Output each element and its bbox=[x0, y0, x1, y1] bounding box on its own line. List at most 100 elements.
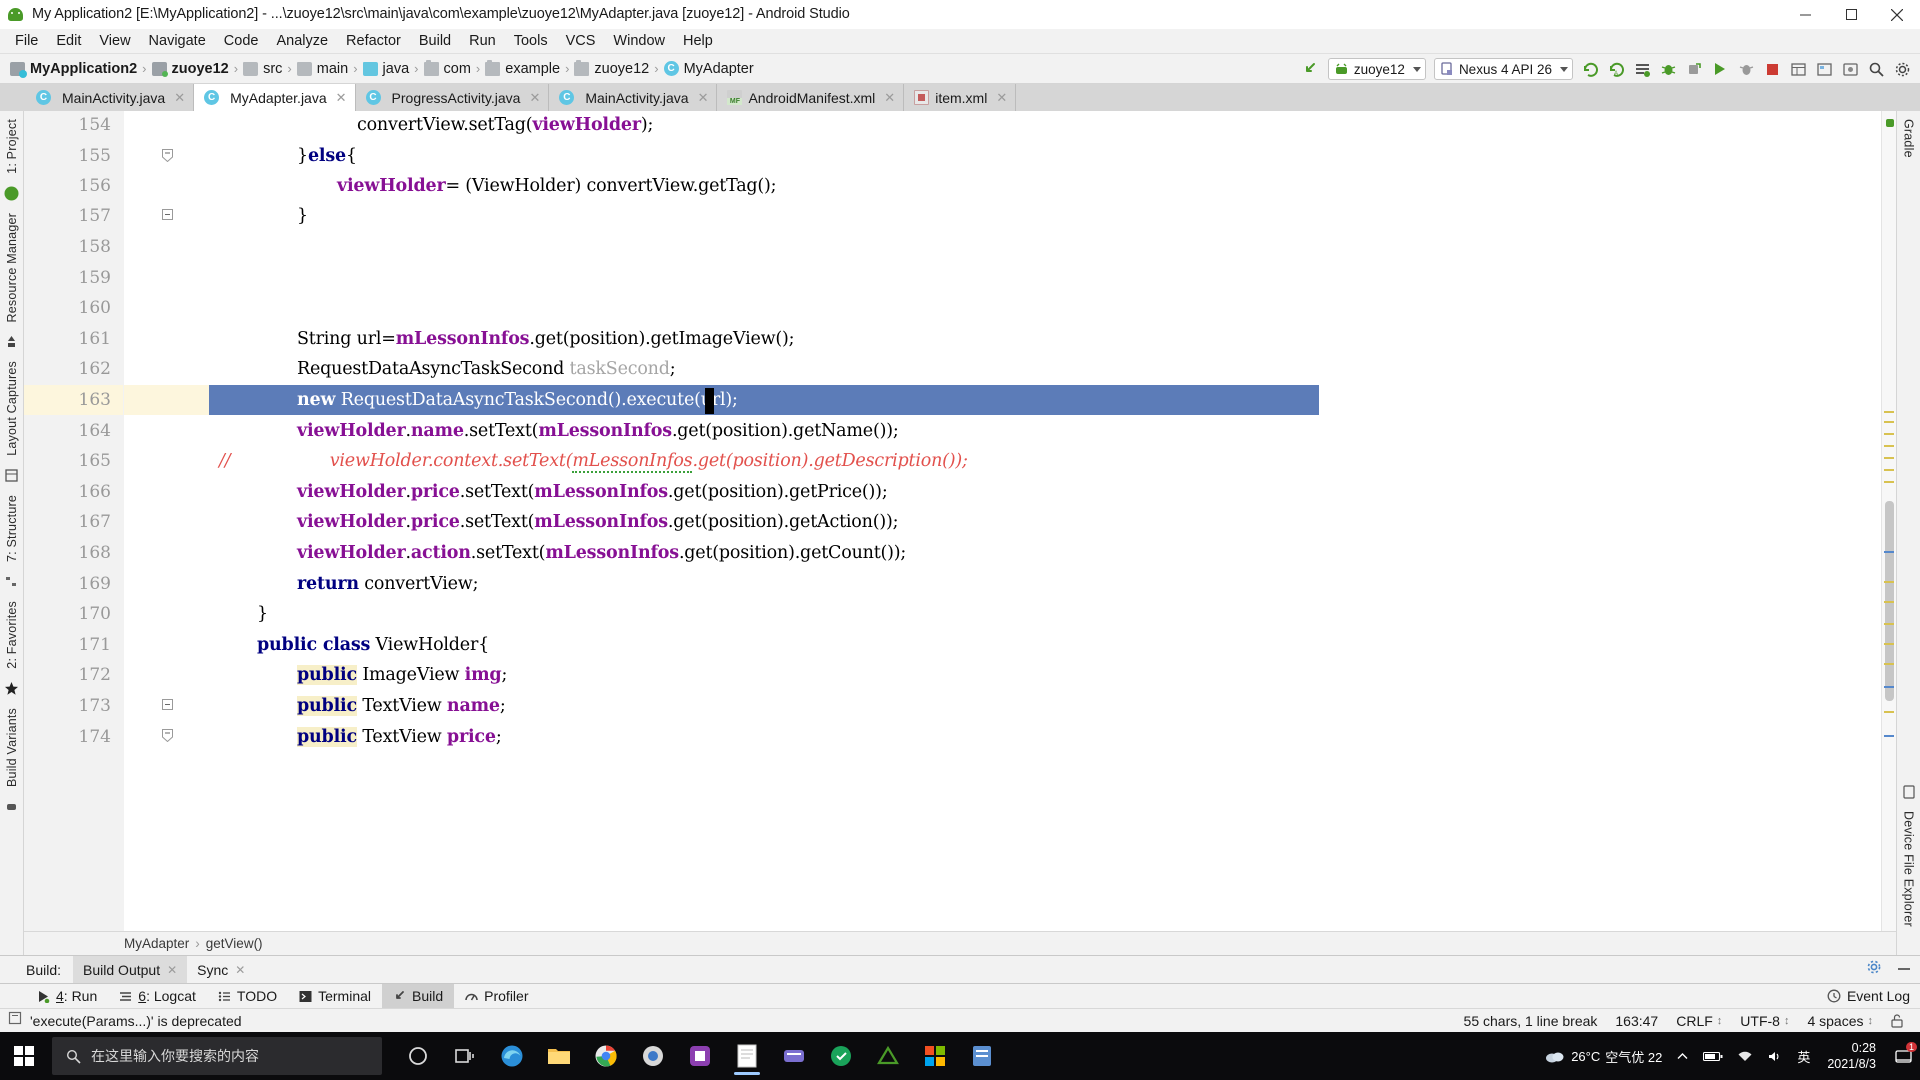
code-editor[interactable]: 154 155 156 157 158 159 160 161 162 163 … bbox=[24, 111, 1896, 931]
editor-tab-item-xml[interactable]: item.xml ✕ bbox=[904, 84, 1017, 111]
menu-build[interactable]: Build bbox=[410, 31, 460, 51]
breadcrumb-src[interactable]: src bbox=[243, 61, 282, 77]
close-icon[interactable]: ✕ bbox=[698, 90, 709, 106]
build-output-tab[interactable]: Build Output ✕ bbox=[73, 955, 188, 984]
search-icon[interactable] bbox=[1864, 57, 1888, 81]
close-icon[interactable]: ✕ bbox=[336, 90, 347, 106]
sdk-manager-icon[interactable]: A bbox=[1604, 57, 1628, 81]
caret-position[interactable]: 163:47 bbox=[1606, 1013, 1667, 1029]
file-explorer-icon[interactable] bbox=[537, 1034, 581, 1078]
warning-marker[interactable] bbox=[1884, 481, 1894, 483]
sidebar-item-device-file-explorer[interactable]: Device File Explorer bbox=[1902, 803, 1916, 935]
menu-file[interactable]: File bbox=[6, 31, 47, 51]
line-separator[interactable]: CRLF ↕ bbox=[1667, 1013, 1731, 1029]
run-button[interactable] bbox=[1708, 57, 1732, 81]
gear-icon[interactable] bbox=[1866, 959, 1882, 980]
sidebar-item-gradle[interactable]: Gradle bbox=[1902, 111, 1916, 166]
fold-close-icon[interactable] bbox=[162, 699, 173, 710]
breadcrumb-example[interactable]: example bbox=[485, 59, 560, 77]
editor-tab-progressactivity[interactable]: C ProgressActivity.java ✕ bbox=[355, 84, 550, 111]
code-text-area[interactable]: convertView.setTag(viewHolder); }else{ v… bbox=[209, 111, 1881, 931]
warning-marker[interactable] bbox=[1884, 421, 1894, 423]
warning-marker[interactable] bbox=[1884, 411, 1894, 413]
android-studio-icon[interactable] bbox=[866, 1034, 910, 1078]
menu-edit[interactable]: Edit bbox=[47, 31, 90, 51]
minimize-button[interactable] bbox=[1782, 0, 1828, 29]
taskbar-clock[interactable]: 0:28 2021/8/3 bbox=[1817, 1040, 1886, 1072]
bottom-tab-profiler[interactable]: Profiler bbox=[454, 984, 539, 1009]
sync-project-icon[interactable] bbox=[1299, 57, 1323, 81]
menu-run[interactable]: Run bbox=[460, 31, 505, 51]
line-number-gutter[interactable]: 154 155 156 157 158 159 160 161 162 163 … bbox=[24, 111, 124, 931]
close-icon[interactable]: ✕ bbox=[174, 90, 185, 106]
minimize-icon[interactable] bbox=[1896, 959, 1912, 980]
battery-icon[interactable] bbox=[1696, 1050, 1730, 1063]
menu-help[interactable]: Help bbox=[674, 31, 722, 51]
warning-marker[interactable] bbox=[1884, 433, 1894, 435]
maximize-button[interactable] bbox=[1828, 0, 1874, 29]
menu-navigate[interactable]: Navigate bbox=[140, 31, 215, 51]
app-icon-3[interactable] bbox=[819, 1034, 863, 1078]
edge-icon[interactable] bbox=[490, 1034, 534, 1078]
warning-marker[interactable] bbox=[1884, 711, 1894, 713]
app-icon-2[interactable] bbox=[772, 1034, 816, 1078]
settings-icon[interactable] bbox=[1890, 57, 1914, 81]
editor-tab-androidmanifest[interactable]: MF AndroidManifest.xml ✕ bbox=[717, 84, 905, 111]
menu-window[interactable]: Window bbox=[604, 31, 674, 51]
changed-lines-marker[interactable] bbox=[1884, 735, 1894, 737]
browser-icon[interactable] bbox=[631, 1034, 675, 1078]
warning-marker[interactable] bbox=[1884, 643, 1894, 645]
layout-inspector-icon[interactable] bbox=[1786, 57, 1810, 81]
event-log-button[interactable]: Event Log bbox=[1827, 988, 1910, 1004]
sidebar-item-build-variants[interactable]: Build Variants bbox=[5, 700, 19, 795]
editor-tab-mainactivity-1[interactable]: C MainActivity.java ✕ bbox=[26, 84, 195, 111]
sdk-tools-icon[interactable] bbox=[1838, 57, 1862, 81]
warning-marker[interactable] bbox=[1884, 623, 1894, 625]
changed-lines-marker[interactable] bbox=[1884, 686, 1894, 688]
fold-collapse-icon[interactable] bbox=[162, 149, 173, 163]
ime-indicator[interactable]: 英 bbox=[1790, 1047, 1817, 1066]
attach-debugger-icon[interactable] bbox=[1682, 57, 1706, 81]
menu-view[interactable]: View bbox=[90, 31, 139, 51]
sidebar-item-favorites[interactable]: 2: Favorites bbox=[5, 593, 19, 677]
avd-manager-icon[interactable] bbox=[1630, 57, 1654, 81]
sync-tab[interactable]: Sync ✕ bbox=[187, 956, 255, 984]
chevron-up-icon[interactable] bbox=[1669, 1050, 1696, 1063]
breadcrumb-myadapter[interactable]: C MyAdapter bbox=[663, 61, 754, 77]
editor-marker-scrollbar[interactable] bbox=[1881, 111, 1896, 931]
fold-close-icon[interactable] bbox=[162, 209, 173, 220]
menu-code[interactable]: Code bbox=[215, 31, 268, 51]
breadcrumb-zuoye12-module[interactable]: zuoye12 bbox=[151, 61, 229, 77]
device-file-explorer-icon[interactable] bbox=[1812, 57, 1836, 81]
menu-tools[interactable]: Tools bbox=[505, 31, 557, 51]
device-selector[interactable]: Nexus 4 API 26 bbox=[1433, 58, 1573, 80]
close-icon[interactable]: ✕ bbox=[235, 963, 245, 977]
app-icon-1[interactable] bbox=[678, 1034, 722, 1078]
profiler-button[interactable] bbox=[1734, 57, 1758, 81]
run-configuration-selector[interactable]: zuoye12 bbox=[1327, 58, 1426, 80]
close-icon[interactable]: ✕ bbox=[884, 90, 895, 106]
breadcrumb-myapplication2[interactable]: MyApplication2 bbox=[10, 61, 137, 78]
breadcrumb-class[interactable]: MyAdapter bbox=[124, 936, 189, 951]
warning-marker[interactable] bbox=[1884, 581, 1894, 583]
app-icon-5[interactable] bbox=[960, 1034, 1004, 1078]
warning-marker[interactable] bbox=[1884, 457, 1894, 459]
warning-marker[interactable] bbox=[1884, 663, 1894, 665]
bottom-tab-run[interactable]: 4: Run bbox=[26, 984, 108, 1009]
start-button[interactable] bbox=[0, 1032, 48, 1080]
cortana-icon[interactable] bbox=[396, 1034, 440, 1078]
network-icon[interactable] bbox=[1730, 1050, 1760, 1063]
sync-gradle-icon[interactable] bbox=[1578, 57, 1602, 81]
bottom-tab-build[interactable]: Build bbox=[382, 983, 455, 1009]
close-icon[interactable]: ✕ bbox=[529, 90, 540, 106]
weather-widget[interactable]: 26°C 空气优 22 bbox=[1537, 1047, 1669, 1066]
notification-center-button[interactable]: 1 bbox=[1886, 1032, 1920, 1080]
breadcrumb-method[interactable]: getView() bbox=[206, 936, 263, 951]
file-encoding[interactable]: UTF-8 ↕ bbox=[1731, 1013, 1798, 1029]
editor-tab-mainactivity-2[interactable]: C MainActivity.java ✕ bbox=[549, 84, 718, 111]
fold-collapse-icon[interactable] bbox=[162, 729, 173, 743]
notepad-icon[interactable] bbox=[725, 1034, 769, 1078]
unlocked-icon[interactable] bbox=[1882, 1013, 1912, 1028]
sidebar-item-project[interactable]: 1: Project bbox=[5, 111, 19, 182]
sidebar-item-structure[interactable]: 7: Structure bbox=[5, 487, 19, 570]
